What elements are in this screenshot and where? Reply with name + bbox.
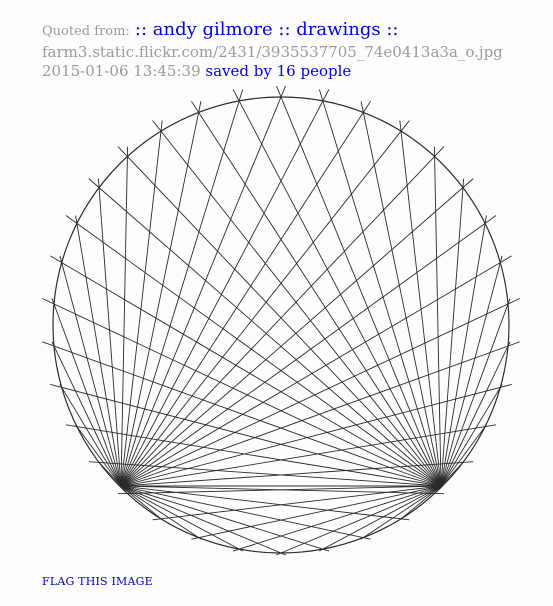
string-line xyxy=(440,215,487,487)
string-line xyxy=(120,100,372,487)
string-line xyxy=(440,255,503,487)
string-line xyxy=(120,146,445,487)
string-line xyxy=(51,298,122,487)
string-line xyxy=(97,178,122,487)
saved-by-link[interactable]: saved by 16 people xyxy=(205,62,351,80)
string-line xyxy=(360,101,442,487)
string-line xyxy=(75,424,122,487)
source-title-link[interactable]: :: andy gilmore :: drawings :: xyxy=(135,19,399,40)
string-line xyxy=(120,101,202,487)
string-line xyxy=(51,341,122,487)
image-header: Quoted from: :: andy gilmore :: drawings… xyxy=(42,17,542,81)
string-line xyxy=(232,89,442,487)
string-line xyxy=(440,298,511,487)
string-line xyxy=(276,485,442,556)
string-line xyxy=(190,100,442,487)
string-line xyxy=(440,384,503,487)
string-art-drawing[interactable] xyxy=(0,86,553,566)
string-line xyxy=(120,485,286,556)
string-line xyxy=(120,485,163,521)
string-line xyxy=(120,255,512,487)
string-line xyxy=(318,89,442,487)
meta-line: 2015-01-06 13:45:39 saved by 16 people xyxy=(42,62,542,81)
source-url: farm3.static.flickr.com/2431/3935537705_… xyxy=(42,43,503,61)
string-line xyxy=(399,485,442,521)
string-line xyxy=(120,89,330,487)
string-line xyxy=(440,424,487,487)
timestamp: 2015-01-06 13:45:39 xyxy=(42,62,201,80)
string-line xyxy=(59,384,122,487)
string-line xyxy=(275,86,442,487)
string-line xyxy=(191,485,442,540)
string-line xyxy=(50,255,442,487)
flag-image-link[interactable]: FLAG THIS IMAGE xyxy=(42,575,153,588)
quoted-from-label: Quoted from: xyxy=(42,24,130,39)
string-line xyxy=(120,89,244,487)
string-line xyxy=(120,86,287,487)
string-line xyxy=(59,255,122,487)
string-line xyxy=(440,341,511,487)
string-line xyxy=(117,146,442,487)
quoted-from-line: Quoted from: :: andy gilmore :: drawings… xyxy=(42,17,542,43)
string-line xyxy=(75,215,122,487)
string-line xyxy=(440,178,465,487)
